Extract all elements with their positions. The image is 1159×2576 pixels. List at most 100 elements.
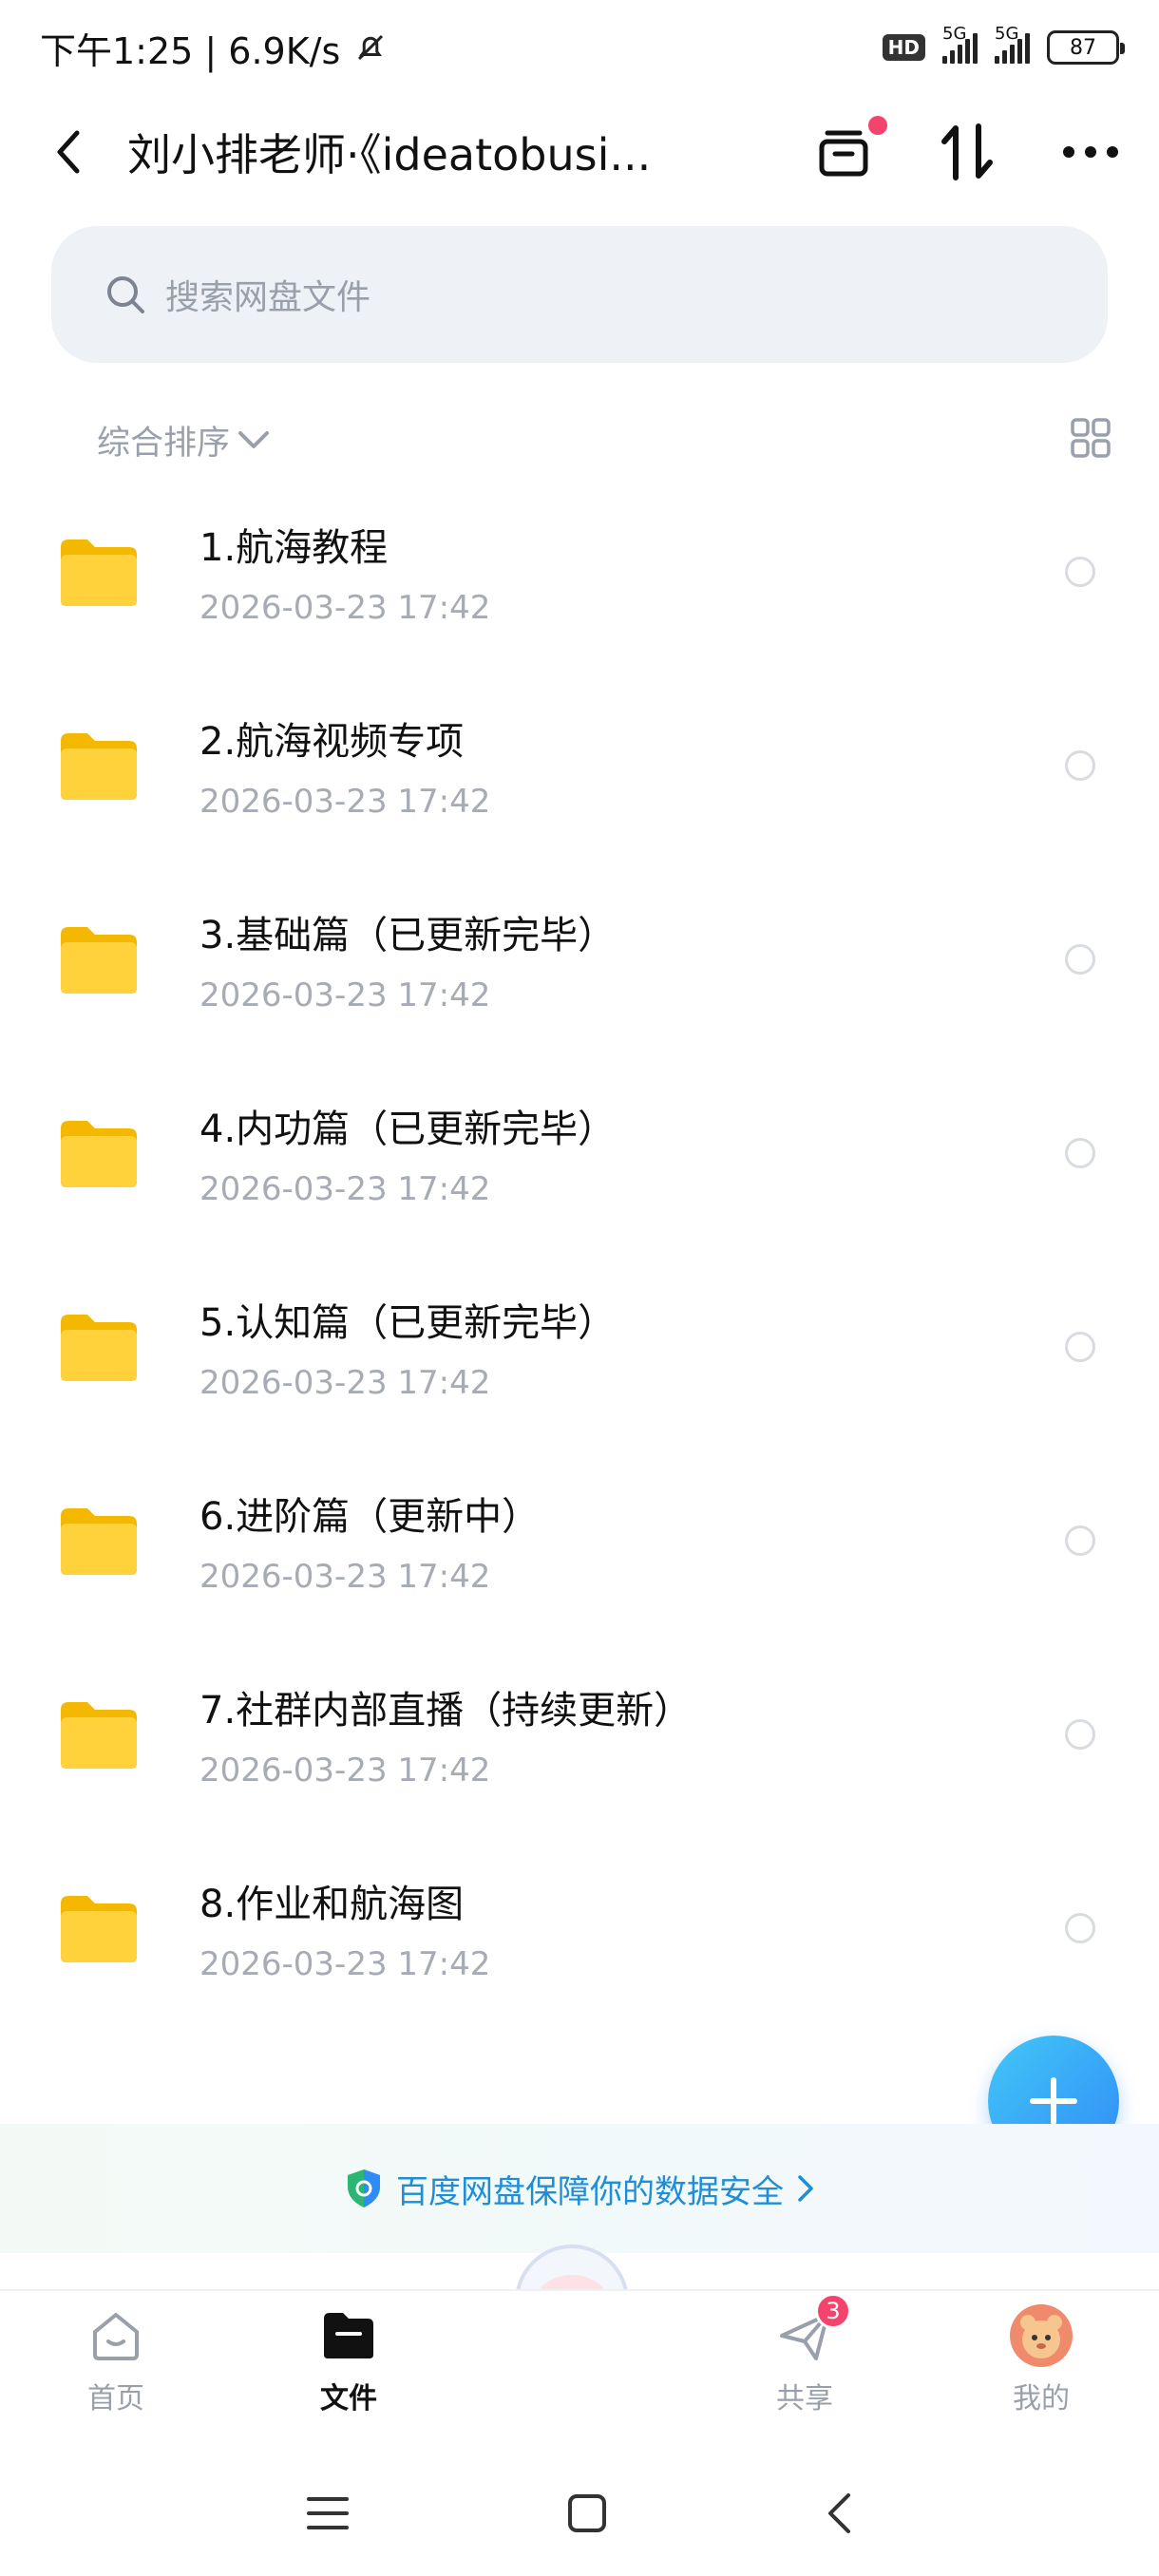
signal-icon: 5G (942, 24, 978, 64)
signal-icon-2: 5G (995, 24, 1030, 64)
file-list: 1.航海教程 2026-03-23 17:42 2.航海视频专项 2026-03… (0, 475, 1159, 2025)
shield-icon (348, 2169, 380, 2207)
tab-share-label: 共享 (776, 2382, 833, 2415)
file-date: 2026-03-23 17:42 (200, 1945, 491, 1983)
select-radio[interactable] (1065, 750, 1095, 781)
page-title: 刘小排老师·《ideatobusi... (127, 129, 652, 180)
system-nav-bar (0, 2451, 1159, 2576)
select-radio[interactable] (1065, 1525, 1095, 1556)
select-radio[interactable] (1065, 557, 1095, 587)
file-name: 3.基础篇（已更新完毕） (200, 914, 617, 957)
list-item[interactable]: 2.航海视频专项 2026-03-23 17:42 (0, 669, 1159, 862)
tab-mine-label: 我的 (1013, 2382, 1070, 2415)
file-date: 2026-03-23 17:42 (200, 976, 491, 1014)
file-date: 2026-03-23 17:42 (200, 589, 491, 627)
header-actions (813, 116, 1121, 182)
file-date: 2026-03-23 17:42 (200, 1558, 491, 1596)
folder-icon (61, 733, 137, 800)
file-name: 2.航海视频专项 (200, 720, 465, 764)
search-icon (107, 276, 144, 313)
list-item[interactable]: 3.基础篇（已更新完毕） 2026-03-23 17:42 (0, 862, 1159, 1056)
file-date: 2026-03-23 17:42 (200, 783, 491, 821)
folder-icon (61, 1315, 137, 1381)
nav-back-icon[interactable] (826, 2492, 852, 2534)
chevron-down-icon[interactable] (238, 429, 270, 450)
transfer-button[interactable] (937, 122, 998, 182)
tab-files[interactable]: 文件 (277, 2291, 420, 2453)
archive-button[interactable] (813, 116, 887, 182)
file-info: 8.作业和航海图 2026-03-23 17:42 (200, 1873, 490, 1983)
share-icon: 3 (771, 2293, 851, 2369)
select-radio[interactable] (1065, 1138, 1095, 1168)
folder-icon (61, 540, 137, 606)
file-info: 5.认知篇（已更新完毕） 2026-03-23 17:42 (200, 1292, 616, 1402)
file-info: 4.内功篇（已更新完毕） 2026-03-23 17:42 (200, 1098, 616, 1208)
home-icon (83, 2302, 149, 2369)
hd-badge: HD (882, 34, 925, 61)
avatar-icon (1008, 2302, 1074, 2369)
network-label: 5G (942, 24, 967, 44)
list-item[interactable]: 5.认知篇（已更新完毕） 2026-03-23 17:42 (0, 1250, 1159, 1444)
tab-share[interactable]: 3 共享 (733, 2291, 876, 2453)
tab-home[interactable]: 首页 (45, 2291, 187, 2453)
file-info: 3.基础篇（已更新完毕） 2026-03-23 17:42 (200, 904, 616, 1014)
file-info: 6.进阶篇（更新中） 2026-03-23 17:42 (200, 1486, 540, 1596)
search-placeholder: 搜索网盘文件 (165, 278, 371, 317)
tab-files-label: 文件 (320, 2382, 377, 2415)
select-radio[interactable] (1065, 1719, 1095, 1750)
network-label-2: 5G (995, 24, 1019, 44)
file-name: 5.认知篇（已更新完毕） (200, 1301, 617, 1345)
file-info: 1.航海教程 2026-03-23 17:42 (200, 517, 490, 627)
file-date: 2026-03-23 17:42 (200, 1364, 491, 1402)
file-date: 2026-03-23 17:42 (200, 1752, 491, 1790)
list-item[interactable]: 4.内功篇（已更新完毕） 2026-03-23 17:42 (0, 1056, 1159, 1250)
battery-icon: 87 (1047, 30, 1125, 65)
sort-row: 综合排序 (0, 408, 1159, 471)
header: 刘小排老师·《ideatobusi... (0, 104, 1159, 199)
file-name: 6.进阶篇（更新中） (200, 1495, 541, 1539)
back-icon (57, 130, 80, 174)
status-bar: 下午1:25 | 6.9K/s HD 5G 5G 87 (0, 0, 1159, 95)
more-icon (1063, 146, 1118, 158)
list-item[interactable]: 6.进阶篇（更新中） 2026-03-23 17:42 (0, 1444, 1159, 1638)
list-item[interactable]: 8.作业和航海图 2026-03-23 17:42 (0, 1831, 1159, 2025)
square-icon[interactable] (567, 2493, 607, 2533)
tab-bar: 首页 文件 3 共享 我的 (0, 2289, 1159, 2451)
sort-transfer-icon (941, 123, 993, 180)
plus-icon (1030, 2077, 1077, 2125)
folder-icon (61, 1896, 137, 1962)
tab-home-label: 首页 (87, 2382, 144, 2415)
file-name: 1.航海教程 (200, 526, 389, 570)
file-name: 8.作业和航海图 (200, 1883, 465, 1926)
banner-text: 百度网盘保障你的数据安全 (396, 2172, 784, 2211)
files-icon (315, 2302, 382, 2369)
folder-icon (61, 1508, 137, 1575)
file-name: 4.内功篇（已更新完毕） (200, 1108, 617, 1151)
select-radio[interactable] (1065, 1332, 1095, 1362)
search-input[interactable]: 搜索网盘文件 (51, 226, 1108, 363)
notification-dot (868, 116, 887, 135)
back-button[interactable] (48, 123, 89, 180)
folder-icon (61, 1121, 137, 1187)
mute-bell-icon (358, 34, 384, 61)
archive-icon (819, 130, 868, 177)
sort-dropdown[interactable]: 综合排序 (97, 416, 230, 464)
grid-view-icon[interactable] (1070, 417, 1112, 463)
status-right: HD 5G 5G 87 (882, 24, 1125, 65)
status-left: 下午1:25 | 6.9K/s (40, 22, 388, 74)
file-name: 7.社群内部直播（持续更新） (200, 1689, 693, 1733)
file-date: 2026-03-23 17:42 (200, 1170, 491, 1208)
file-info: 2.航海视频专项 2026-03-23 17:42 (200, 710, 490, 821)
status-time-speed: 下午1:25 | 6.9K/s (40, 29, 341, 72)
share-badge: 3 (815, 2293, 851, 2329)
list-item[interactable]: 7.社群内部直播（持续更新） 2026-03-23 17:42 (0, 1638, 1159, 1831)
select-radio[interactable] (1065, 1913, 1095, 1943)
folder-icon (61, 1702, 137, 1769)
tab-mine[interactable]: 我的 (970, 2291, 1112, 2453)
select-radio[interactable] (1065, 944, 1095, 975)
more-button[interactable] (1060, 122, 1121, 182)
file-info: 7.社群内部直播（持续更新） 2026-03-23 17:42 (200, 1679, 692, 1790)
list-item[interactable]: 1.航海教程 2026-03-23 17:42 (0, 475, 1159, 669)
battery-level: 87 (1070, 35, 1096, 60)
menu-icon[interactable] (307, 2494, 349, 2532)
